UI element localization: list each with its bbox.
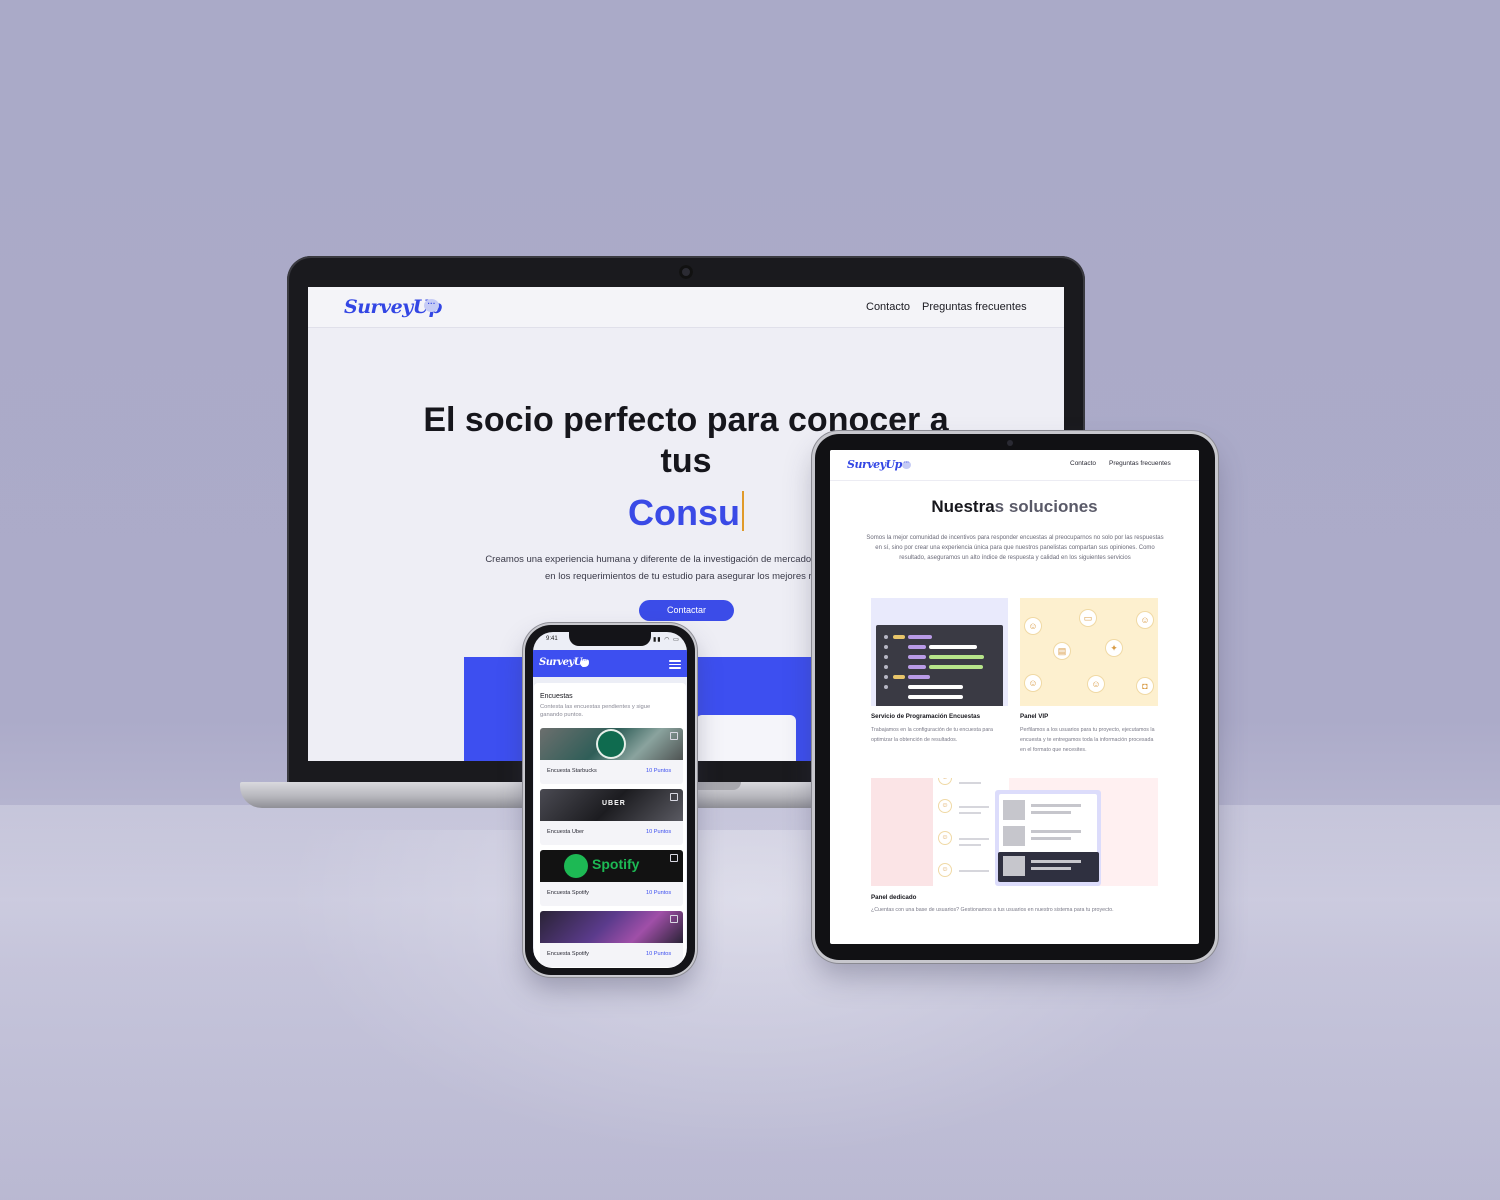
tablet-header: SurveyUp ··· Contacto Preguntas frecuent… bbox=[830, 450, 1199, 481]
phone-screen: 9:41 ▮▮ ◠ ▭ SurveyUp ··· Encuestas Conte… bbox=[533, 632, 687, 968]
nav-contacto[interactable]: Contacto bbox=[866, 301, 910, 313]
status-icons: ▮▮ ◠ ▭ bbox=[653, 637, 680, 643]
card-title: Panel dedicado bbox=[871, 894, 917, 901]
status-time: 9:41 bbox=[546, 636, 558, 642]
code-window bbox=[876, 625, 1003, 706]
phone-app-bar: SurveyUp ··· bbox=[533, 650, 687, 677]
person-icon: ☺ bbox=[1137, 612, 1153, 628]
chat-bubble-icon: ··· bbox=[902, 461, 911, 469]
card-title: Panel VIP bbox=[1020, 713, 1049, 720]
tablet-device: SurveyUp ··· Contacto Preguntas frecuent… bbox=[815, 434, 1215, 960]
tablet-camera bbox=[1007, 440, 1013, 446]
phone-notch bbox=[569, 632, 651, 646]
bag-icon: ◘ bbox=[1137, 678, 1153, 694]
spotify-image: Spotify bbox=[540, 850, 683, 882]
section-intro: Somos la mejor comunidad de incentivos p… bbox=[866, 535, 1164, 561]
person-icon: ☺ bbox=[1088, 676, 1104, 692]
survey-points: 10 Puntos bbox=[646, 768, 672, 774]
clipboard-icon: ▤ bbox=[1054, 643, 1070, 659]
logo[interactable]: SurveyUp bbox=[847, 458, 902, 471]
section-title: Nuestras soluciones bbox=[931, 497, 1098, 516]
external-link-icon[interactable] bbox=[670, 793, 678, 801]
tablet-screen: SurveyUp ··· Contacto Preguntas frecuent… bbox=[830, 450, 1199, 944]
person-icon: ☺ bbox=[1025, 675, 1041, 691]
survey-card[interactable]: Encuesta Starbucks 10 Puntos bbox=[540, 728, 683, 784]
surveys-heading: Encuestas bbox=[540, 693, 573, 700]
card-title: Servicio de Programación Encuestas bbox=[871, 713, 981, 720]
survey-name: Encuesta Spotify bbox=[547, 951, 589, 957]
person-icon: ☺ bbox=[939, 800, 951, 812]
survey-card[interactable]: Encuesta Spotify 10 Puntos bbox=[540, 911, 683, 967]
surveys-subheading: Contesta las encuestas pendientes y sigu… bbox=[540, 704, 651, 718]
survey-name: Encuesta Spotify bbox=[547, 890, 589, 896]
person-icon: ☺ bbox=[939, 864, 951, 876]
vip-panel-illustration: ☺ ▭ ☺ ▤ ✦ ☺ ☺ ◘ bbox=[1020, 598, 1158, 706]
programming-illustration bbox=[871, 598, 1008, 706]
car-icon: ▭ bbox=[1080, 610, 1096, 626]
survey-card[interactable]: Spotify Encuesta Spotify 10 Puntos bbox=[540, 850, 683, 906]
survey-points: 10 Puntos bbox=[646, 829, 672, 835]
external-link-icon[interactable] bbox=[670, 915, 678, 923]
hamburger-menu-icon[interactable] bbox=[669, 660, 681, 669]
dedicated-panel-illustration: ☺ ☺ ☺ ☺ bbox=[871, 778, 1158, 886]
text-caret bbox=[742, 491, 744, 531]
external-link-icon[interactable] bbox=[670, 732, 678, 740]
person-icon: ☺ bbox=[939, 832, 951, 844]
nav-faq[interactable]: Preguntas frecuentes bbox=[1109, 460, 1171, 467]
survey-points: 10 Puntos bbox=[646, 890, 672, 896]
card-text: Trabajamos en la configuración de tu enc… bbox=[871, 727, 994, 743]
survey-name: Encuesta Uber bbox=[547, 829, 585, 835]
survey-name: Encuesta Starbucks bbox=[547, 768, 597, 774]
phone-device: 9:41 ▮▮ ◠ ▭ SurveyUp ··· Encuestas Conte… bbox=[525, 625, 695, 975]
uber-image: UBER bbox=[540, 789, 683, 821]
survey-points: 10 Puntos bbox=[646, 951, 672, 957]
surveys-panel: Encuestas Contesta las encuestas pendien… bbox=[534, 683, 686, 968]
nav-faq[interactable]: Preguntas frecuentes bbox=[922, 301, 1027, 313]
ticket-icon: ✦ bbox=[1106, 640, 1122, 656]
laptop-header: SurveyUp ··· Contacto Preguntas frecuent… bbox=[308, 287, 1064, 328]
nav-contacto[interactable]: Contacto bbox=[1070, 460, 1096, 467]
starbucks-image bbox=[540, 728, 683, 760]
external-link-icon[interactable] bbox=[670, 854, 678, 862]
person-icon: ☺ bbox=[1025, 618, 1041, 634]
card-text: ¿Cuentas con una base de usuarios? Gesti… bbox=[871, 907, 1114, 913]
spotify-mark: Spotify bbox=[592, 856, 640, 872]
chat-bubble-icon: ··· bbox=[424, 299, 439, 312]
card-image bbox=[540, 911, 683, 943]
laptop-camera bbox=[679, 265, 693, 279]
survey-card[interactable]: UBER Encuesta Uber 10 Puntos bbox=[540, 789, 683, 845]
card-text: Perfilamos a los usuarios para tu proyec… bbox=[1020, 727, 1155, 753]
chat-bubble-icon: ··· bbox=[580, 659, 589, 667]
contactar-button[interactable]: Contactar bbox=[639, 600, 734, 621]
hero-illustration-card bbox=[696, 715, 796, 761]
uber-mark: UBER bbox=[602, 800, 626, 807]
